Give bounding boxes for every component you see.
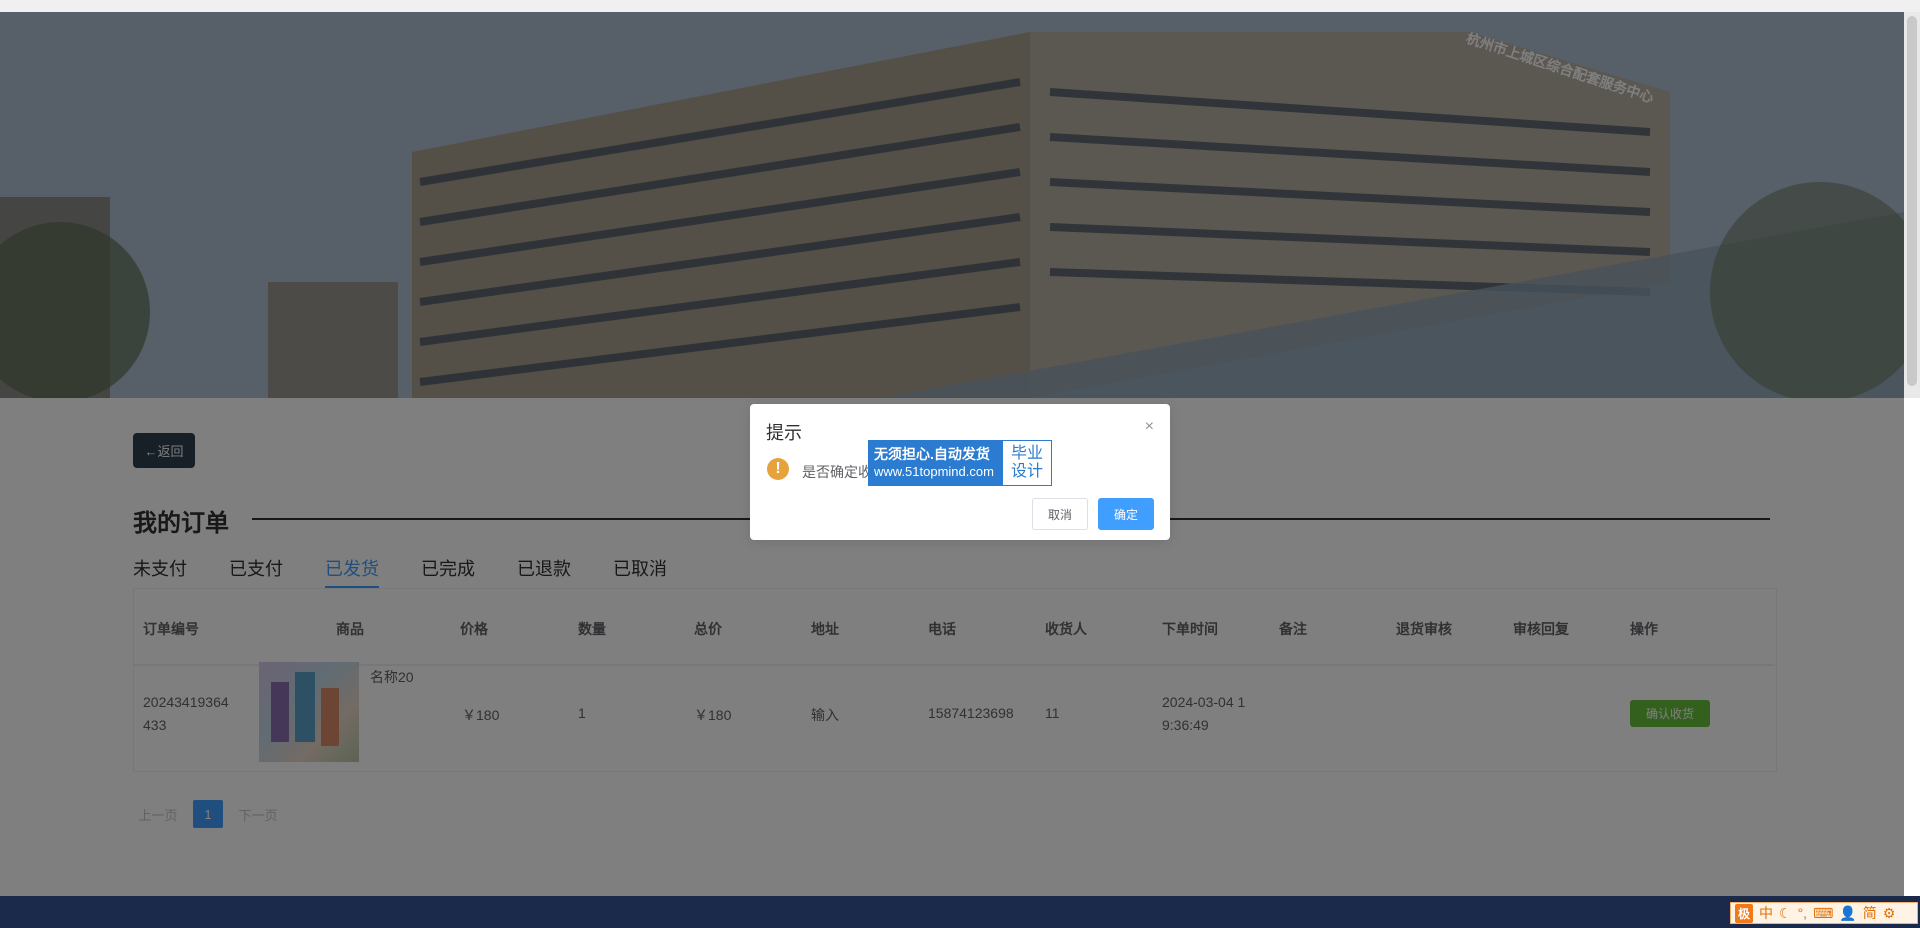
ime-toolbar: 极 中 ☾ °, ⌨ 👤 简 ⚙	[1730, 902, 1918, 924]
footer-bar	[0, 896, 1920, 928]
watermark-right: 毕业 设计	[1003, 441, 1051, 485]
ime-logo-icon[interactable]: 极	[1735, 903, 1754, 923]
punctuation-icon[interactable]: °,	[1798, 905, 1808, 921]
moon-icon[interactable]: ☾	[1779, 905, 1792, 922]
watermark-right-line1: 毕业	[1010, 445, 1043, 462]
ok-button[interactable]: 确定	[1098, 498, 1154, 530]
gear-icon[interactable]: ⚙	[1883, 905, 1896, 922]
watermark-line1: 无须担心.自动发货	[874, 446, 990, 462]
watermark-left: 无须担心.自动发货 www.51topmind.com	[869, 441, 1003, 485]
warning-icon: !	[767, 458, 789, 480]
ime-simplified-toggle[interactable]: 简	[1863, 903, 1877, 923]
cancel-button[interactable]: 取消	[1032, 498, 1088, 530]
confirm-dialog: 提示 × ! 是否确定收 无须担心.自动发货 www.51topmind.com…	[750, 404, 1170, 540]
watermark-line2: www.51topmind.com	[874, 464, 994, 479]
watermark-badge: 无须担心.自动发货 www.51topmind.com 毕业 设计	[868, 440, 1052, 486]
keyboard-icon[interactable]: ⌨	[1813, 905, 1833, 922]
scrollbar-thumb[interactable]	[1907, 16, 1917, 386]
close-icon[interactable]: ×	[1145, 418, 1154, 436]
watermark-right-line2: 设计	[1010, 463, 1043, 480]
dialog-title: 提示	[766, 423, 802, 443]
top-strip	[0, 0, 1920, 12]
vertical-scrollbar[interactable]	[1904, 12, 1920, 398]
ime-language-toggle[interactable]: 中	[1759, 903, 1773, 923]
dialog-message: 是否确定收	[802, 464, 872, 480]
user-icon[interactable]: 👤	[1839, 905, 1856, 922]
